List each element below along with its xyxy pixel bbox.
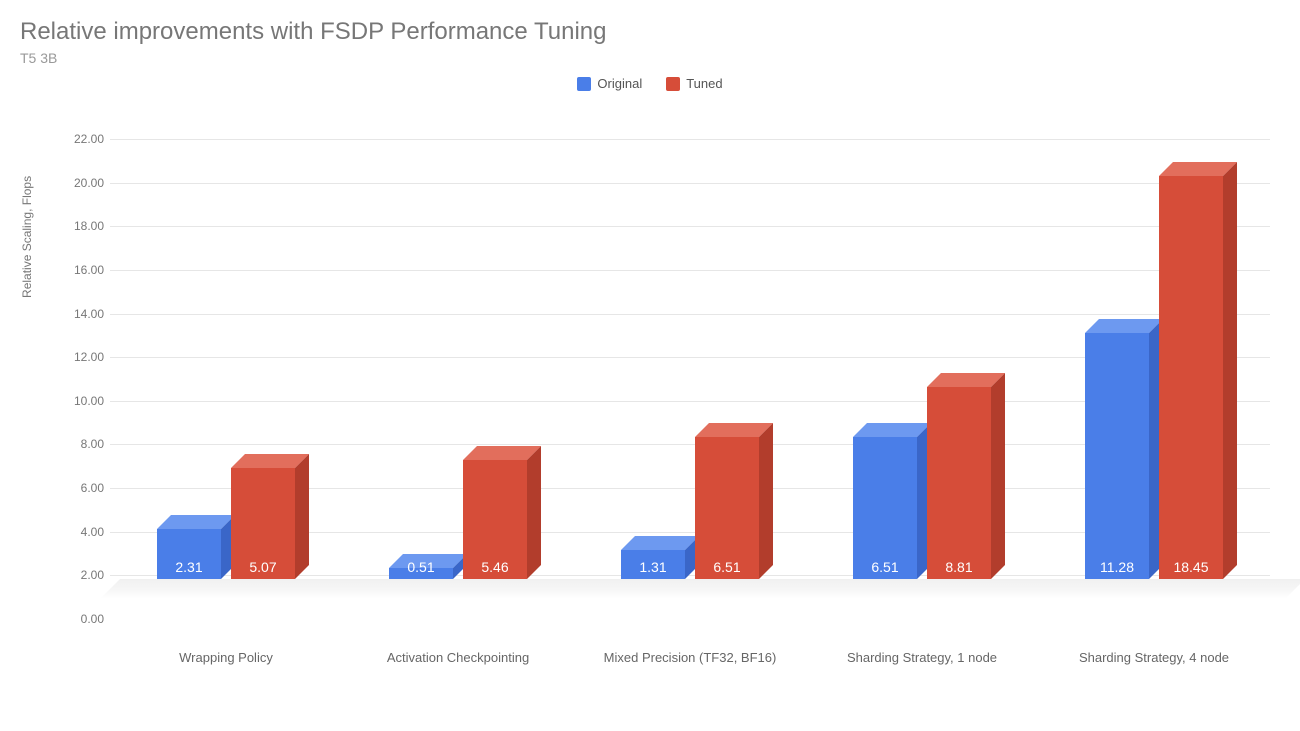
bar-value-label: 5.46 (463, 559, 527, 575)
bar-side (527, 446, 541, 579)
bar-value-label: 8.81 (927, 559, 991, 575)
y-tick: 6.00 (64, 481, 104, 495)
bar-group: 0.51 5.46 (342, 99, 574, 579)
bar-front (927, 387, 991, 579)
plot: Relative Scaling, Flops 2.315.070.515.46… (82, 99, 1272, 659)
y-tick: 2.00 (64, 568, 104, 582)
x-tick-label: Sharding Strategy, 4 node (1038, 650, 1270, 665)
bar-group: 2.31 5.07 (110, 99, 342, 579)
y-tick: 8.00 (64, 437, 104, 451)
x-axis-labels: Wrapping PolicyActivation CheckpointingM… (110, 650, 1270, 665)
x-tick-label: Activation Checkpointing (342, 650, 574, 665)
bar-value-label: 2.31 (157, 559, 221, 575)
legend-label-original: Original (597, 76, 642, 91)
bar-front (853, 437, 917, 579)
bar: 5.46 (463, 460, 527, 579)
y-tick: 18.00 (64, 219, 104, 233)
y-tick: 12.00 (64, 350, 104, 364)
bar-value-label: 18.45 (1159, 559, 1223, 575)
bar-groups: 2.31 5.07 0.51 5.46 1.31 6.51 6.51 8.81 11.28 18.… (110, 99, 1270, 579)
y-tick: 0.00 (64, 612, 104, 626)
bar: 6.51 (695, 437, 759, 579)
bar-value-label: 0.51 (389, 559, 453, 575)
bar-value-label: 11.28 (1085, 559, 1149, 575)
chart-title: Relative improvements with FSDP Performa… (20, 18, 1280, 46)
bar: 18.45 (1159, 176, 1223, 579)
legend-swatch-tuned (666, 77, 680, 91)
y-tick: 16.00 (64, 263, 104, 277)
x-tick-label: Sharding Strategy, 1 node (806, 650, 1038, 665)
bar-side (991, 373, 1005, 579)
bar-value-label: 5.07 (231, 559, 295, 575)
chart-container: Relative improvements with FSDP Performa… (20, 18, 1280, 659)
bar-front (1085, 333, 1149, 579)
bar-group: 6.51 8.81 (806, 99, 1038, 579)
y-tick: 22.00 (64, 132, 104, 146)
legend-item-original: Original (577, 76, 642, 91)
y-tick: 4.00 (64, 525, 104, 539)
bar: 1.31 (621, 550, 685, 579)
legend-swatch-original (577, 77, 591, 91)
bar-group: 1.31 6.51 (574, 99, 806, 579)
chart-subtitle: T5 3B (20, 50, 1280, 66)
legend-item-tuned: Tuned (666, 76, 722, 91)
bar: 8.81 (927, 387, 991, 579)
y-axis-label: Relative Scaling, Flops (20, 176, 34, 298)
chart-floor (100, 579, 1300, 599)
bar: 6.51 (853, 437, 917, 579)
bar: 11.28 (1085, 333, 1149, 579)
y-tick: 14.00 (64, 307, 104, 321)
bar: 0.51 (389, 568, 453, 579)
legend: Original Tuned (20, 76, 1280, 91)
bar-side (1223, 162, 1237, 579)
bar-value-label: 6.51 (853, 559, 917, 575)
x-tick-label: Mixed Precision (TF32, BF16) (574, 650, 806, 665)
legend-label-tuned: Tuned (686, 76, 722, 91)
bar-side (295, 454, 309, 579)
bar-front (1159, 176, 1223, 579)
bar-side (759, 423, 773, 579)
bar-front (695, 437, 759, 579)
bar: 5.07 (231, 468, 295, 579)
bar: 2.31 (157, 529, 221, 579)
bar-value-label: 6.51 (695, 559, 759, 575)
plot-area: 2.31 5.07 0.51 5.46 1.31 6.51 6.51 8.81 11.28 18.… (110, 99, 1270, 619)
y-tick: 20.00 (64, 176, 104, 190)
bar-group: 11.28 18.45 (1038, 99, 1270, 579)
y-tick: 10.00 (64, 394, 104, 408)
bar-value-label: 1.31 (621, 559, 685, 575)
x-tick-label: Wrapping Policy (110, 650, 342, 665)
